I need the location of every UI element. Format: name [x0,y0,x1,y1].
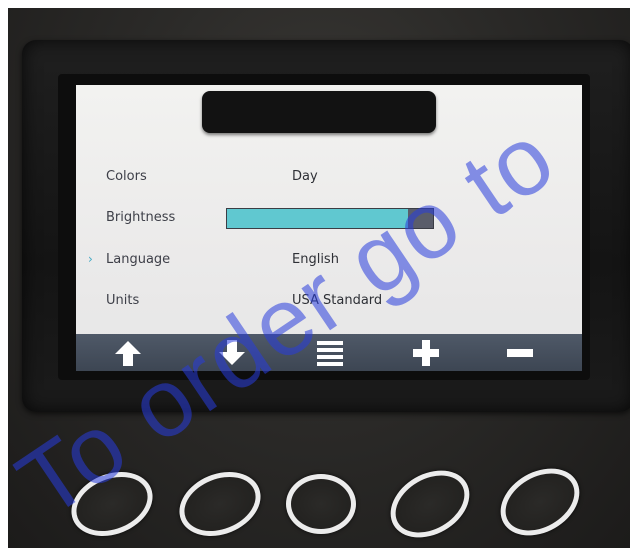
down-softkey[interactable] [202,334,262,371]
setting-value-language: English [292,252,339,267]
setting-row-units[interactable]: Units USA Standard [76,287,582,317]
softkey-toolbar [76,334,582,371]
minus-icon [507,348,533,357]
setting-label-brightness: Brightness [106,210,176,225]
display-screen: Colors Day Brightness › Language English… [76,85,582,371]
screen-cover-tab [202,91,436,133]
setting-label-units: Units [106,293,140,308]
setting-label-colors: Colors [106,169,147,184]
plus-icon [413,339,439,366]
brightness-bar[interactable] [226,208,434,229]
device-photo: Colors Day Brightness › Language English… [8,8,630,548]
menu-softkey[interactable] [300,334,360,371]
hardware-button-5[interactable] [488,455,592,548]
plus-softkey[interactable] [396,334,456,371]
minus-softkey[interactable] [490,334,550,371]
hardware-button-2[interactable] [169,460,271,548]
brightness-bar-fill [227,209,409,228]
setting-label-language: Language [106,252,171,267]
setting-row-language[interactable]: › Language English [76,246,582,276]
setting-row-colors[interactable]: Colors Day [76,163,582,193]
hardware-button-1[interactable] [61,460,163,548]
arrow-down-icon [219,339,245,365]
hardware-button-4[interactable] [378,457,482,548]
setting-value-units: USA Standard [292,293,383,308]
setting-value-colors: Day [292,169,318,184]
up-softkey[interactable] [98,334,158,371]
menu-icon [317,340,343,366]
selection-caret-icon: › [88,252,93,266]
arrow-up-icon [115,340,141,366]
hardware-button-3[interactable] [286,474,356,534]
setting-row-brightness[interactable]: Brightness [76,204,582,234]
